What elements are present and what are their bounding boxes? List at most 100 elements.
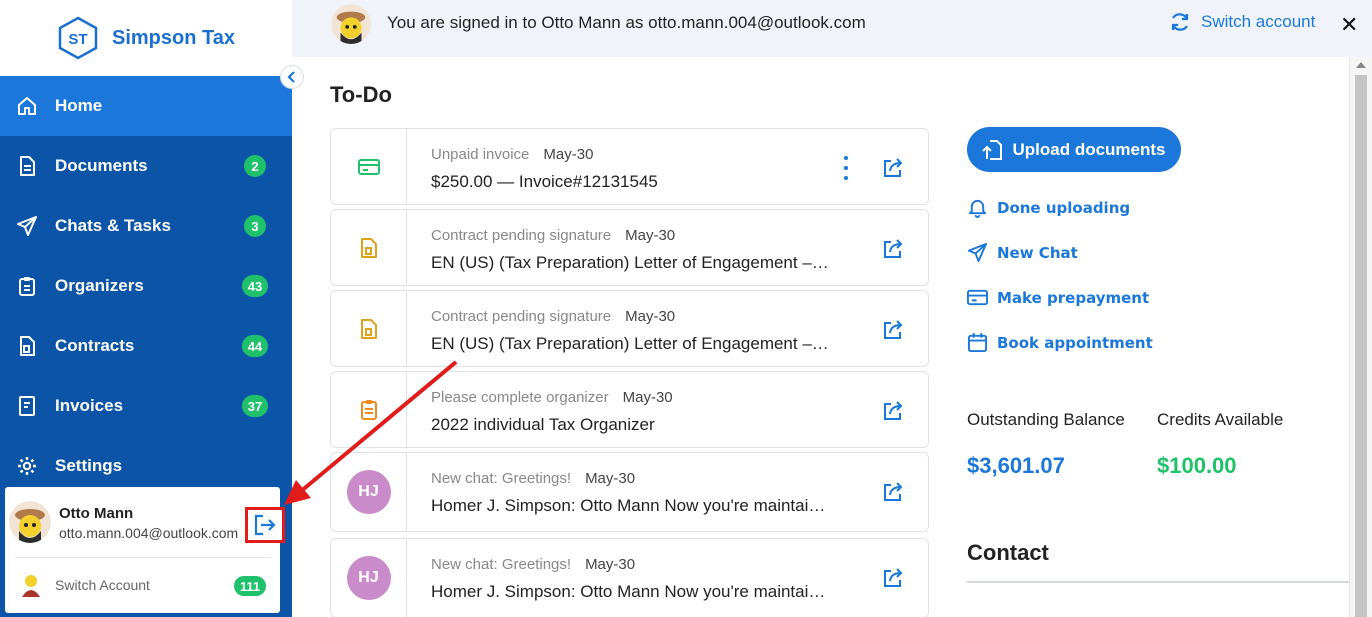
refresh-icon — [1171, 13, 1189, 31]
upload-documents-label: Upload documents — [1012, 139, 1166, 159]
brand[interactable]: ST Simpson Tax — [0, 0, 292, 76]
todo-icon-cell — [331, 129, 407, 204]
new-chat-link[interactable]: New Chat — [967, 242, 1078, 263]
todo-type: Unpaid invoice — [431, 146, 530, 163]
credit-card-icon — [357, 158, 380, 175]
open-external-icon[interactable] — [882, 567, 904, 589]
todo-meta: New chat: Greetings! May-30 — [431, 470, 635, 487]
sidebar-item-chats-tasks[interactable]: Chats & Tasks 3 — [0, 196, 292, 256]
todo-item[interactable]: Please complete organizer May-30 2022 ind… — [330, 371, 929, 448]
document-icon — [16, 155, 38, 177]
todo-meta: Please complete organizer May-30 — [431, 389, 673, 406]
open-external-icon[interactable] — [882, 319, 904, 341]
outstanding-balance-value: $3,601.07 — [967, 453, 1065, 478]
todo-icon-cell — [331, 291, 407, 366]
sidebar-item-invoices[interactable]: Invoices 37 — [0, 376, 292, 436]
open-external-icon[interactable] — [882, 238, 904, 260]
todo-description: $250.00 — Invoice#12131545 — [431, 172, 658, 191]
clipboard-icon — [16, 275, 38, 297]
switch-count-badge: 111 — [234, 576, 266, 596]
done-uploading-label: Done uploading — [997, 198, 1131, 217]
todo-icon-cell — [331, 210, 407, 285]
sidebar-item-label: Settings — [55, 456, 123, 475]
open-external-icon[interactable] — [882, 157, 904, 179]
signed-in-text: You are signed in to Otto Mann as otto.m… — [387, 13, 866, 32]
todo-item[interactable]: Unpaid invoice May-30 $250.00 — Invoice#1… — [330, 128, 929, 205]
clipboard-icon — [360, 399, 377, 420]
count-badge: 43 — [242, 275, 268, 297]
chevron-left-icon — [287, 71, 295, 83]
scrollbar[interactable] — [1349, 57, 1372, 617]
make-prepayment-label: Make prepayment — [997, 288, 1150, 307]
upload-file-icon — [982, 139, 1003, 160]
todo-date: May-30 — [585, 470, 636, 487]
switch-account-link[interactable]: Switch Account — [21, 573, 150, 597]
more-options-icon[interactable] — [843, 156, 849, 180]
open-external-icon[interactable] — [882, 481, 904, 503]
todo-description: EN (US) (Tax Preparation) Letter of Enga… — [431, 334, 831, 353]
contract-icon — [16, 335, 38, 357]
sidebar-item-documents[interactable]: Documents 2 — [0, 136, 292, 196]
switch-account-button[interactable]: Switch account — [1169, 11, 1315, 33]
logout-icon — [254, 514, 276, 536]
home-icon — [16, 95, 38, 117]
book-appointment-link[interactable]: Book appointment — [967, 332, 1153, 353]
sidebar-item-home[interactable]: Home — [0, 76, 292, 136]
todo-type: New chat: Greetings! — [431, 470, 572, 487]
todo-item[interactable]: Contract pending signature May-30 EN (US)… — [330, 290, 929, 367]
open-external-icon[interactable] — [882, 400, 904, 422]
contact-initials-avatar: HJ — [346, 470, 391, 514]
calendar-icon — [967, 332, 988, 353]
user-card: Otto Mann otto.mann.004@outlook.com Swit… — [5, 487, 285, 613]
sidebar-item-organizers[interactable]: Organizers 43 — [0, 256, 292, 316]
make-prepayment-link[interactable]: Make prepayment — [967, 287, 1149, 308]
sidebar-item-label: Organizers — [55, 276, 144, 295]
brand-name: Simpson Tax — [112, 26, 235, 49]
done-uploading-link[interactable]: Done uploading — [967, 197, 1130, 218]
book-appointment-label: Book appointment — [997, 333, 1153, 352]
todo-date: May-30 — [625, 227, 676, 244]
scroll-up-icon[interactable] — [1356, 62, 1366, 68]
upload-documents-button[interactable]: Upload documents — [967, 127, 1181, 172]
todo-type: Contract pending signature — [431, 227, 612, 244]
logout-button[interactable] — [245, 507, 285, 543]
avatar[interactable] — [9, 501, 51, 543]
logo-initials: ST — [68, 31, 87, 48]
count-badge: 37 — [242, 395, 268, 417]
sidebar-item-label: Documents — [55, 156, 148, 175]
todo-icon-cell: HJ — [331, 453, 407, 531]
invoice-icon — [16, 395, 38, 417]
switch-account-label: Switch account — [1201, 12, 1316, 31]
credit-card-icon — [967, 289, 988, 306]
todo-date: May-30 — [543, 146, 594, 163]
todo-meta: Contract pending signature May-30 — [431, 308, 675, 325]
logo-hexagon-icon: ST — [58, 16, 98, 60]
sidebar-item-label: Contracts — [55, 336, 135, 355]
todo-meta: New chat: Greetings! May-30 — [431, 556, 635, 573]
sidebar-item-label: Chats & Tasks — [55, 216, 171, 235]
outstanding-balance-label: Outstanding Balance — [967, 410, 1125, 429]
todo-description: EN (US) (Tax Preparation) Letter of Enga… — [431, 253, 831, 272]
contract-icon — [360, 237, 377, 258]
bell-icon — [968, 199, 987, 218]
divider — [15, 557, 271, 558]
avatar — [331, 4, 371, 44]
close-icon[interactable]: ✕ — [1340, 12, 1358, 38]
count-badge: 44 — [242, 335, 268, 357]
sidebar-item-contracts[interactable]: Contracts 44 — [0, 316, 292, 376]
gear-icon — [16, 455, 38, 477]
scrollbar-thumb[interactable] — [1355, 75, 1367, 617]
send-icon — [967, 242, 988, 263]
todo-item[interactable]: Contract pending signature May-30 EN (US)… — [330, 209, 929, 286]
sidebar-item-label: Invoices — [55, 396, 124, 415]
todo-date: May-30 — [585, 556, 636, 573]
user-name: Otto Mann — [59, 505, 134, 522]
new-chat-label: New Chat — [997, 243, 1078, 262]
divider — [967, 581, 1350, 583]
collapse-sidebar-button[interactable] — [280, 65, 304, 89]
user-email: otto.mann.004@outlook.com — [59, 525, 239, 541]
send-icon — [16, 215, 38, 237]
todo-item[interactable]: HJ New chat: Greetings! May-30 Homer J. S… — [330, 452, 929, 532]
todo-date: May-30 — [622, 389, 673, 406]
todo-item[interactable]: HJ New chat: Greetings! May-30 Homer J. S… — [330, 538, 929, 617]
